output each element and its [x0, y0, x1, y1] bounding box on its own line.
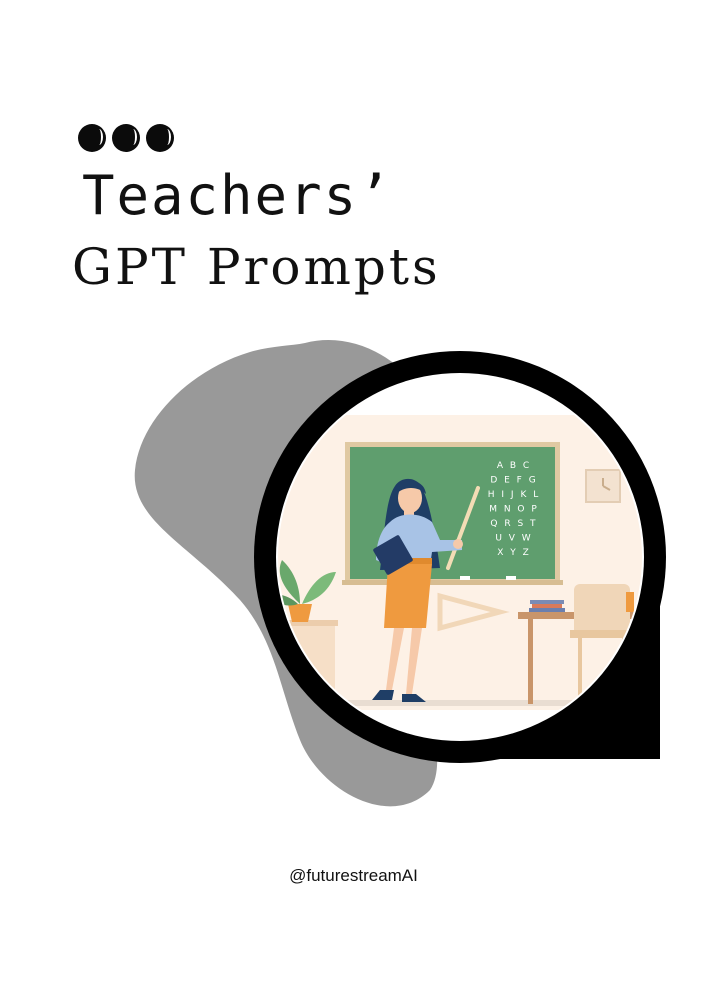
chalkboard-letters-row: X Y Z [497, 548, 531, 558]
clock-icon [585, 469, 621, 503]
social-handle: @futurestreamAI [289, 866, 418, 885]
chalkboard: A B C D E F G H I J K L M N O P Q R S T U V W… [342, 442, 563, 585]
classroom-scene: A B C D E F G H I J K L M N O P Q R S T U V W… [278, 395, 642, 710]
chalkboard-letters-row: U V W [495, 534, 532, 544]
cover-page: Teachers’ GPT Prompts A B C D E F G H I … [0, 0, 707, 1000]
chalkboard-letters-row: M N O P [489, 505, 539, 515]
teacher-illustration: A B C D E F G H I J K L M N O P Q R S T U V W… [134, 340, 666, 807]
chalkboard-letters-row: A B C [497, 461, 531, 471]
chalkboard-letters-row: D E F G [490, 476, 537, 486]
chalkboard-letters-row: H I J K L [488, 490, 540, 500]
chalkboard-letters-row: Q R S T [490, 519, 537, 529]
